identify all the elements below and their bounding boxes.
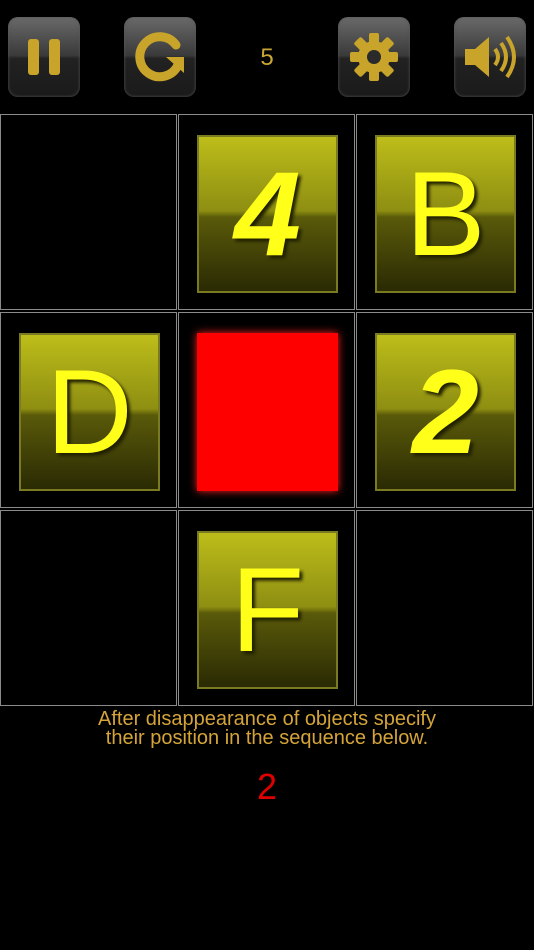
- tile-label: B: [405, 147, 486, 281]
- board-cell[interactable]: F: [178, 510, 355, 706]
- board-cell[interactable]: 4: [178, 114, 355, 310]
- level-counter: 5: [260, 44, 274, 71]
- settings-button[interactable]: [338, 17, 410, 97]
- tile-label: 2: [412, 345, 479, 479]
- pause-icon: [28, 39, 60, 75]
- board-cell[interactable]: [0, 114, 177, 310]
- tile[interactable]: 2: [375, 333, 516, 491]
- tile[interactable]: B: [375, 135, 516, 293]
- refresh-icon: [135, 32, 184, 82]
- board-cell[interactable]: [0, 510, 177, 706]
- toolbar: 5: [0, 0, 534, 112]
- board-cell[interactable]: D: [0, 312, 177, 508]
- instructions: After disappearance of objects specify t…: [0, 709, 534, 749]
- board-cell[interactable]: [356, 510, 533, 706]
- board-cell[interactable]: [178, 312, 355, 508]
- highlighted-tile[interactable]: [197, 333, 338, 491]
- board-cell[interactable]: B: [356, 114, 533, 310]
- pause-button[interactable]: [8, 17, 80, 97]
- tile[interactable]: D: [19, 333, 160, 491]
- board-cell[interactable]: 2: [356, 312, 533, 508]
- sound-button[interactable]: [454, 17, 526, 97]
- tile-label: F: [230, 543, 305, 677]
- tile-label: D: [46, 345, 133, 479]
- tile[interactable]: F: [197, 531, 338, 689]
- gear-icon: [350, 33, 398, 81]
- tile[interactable]: 4: [197, 135, 338, 293]
- sequence-number: 2: [256, 766, 278, 807]
- tile-label: 4: [234, 147, 301, 281]
- speaker-icon: [465, 35, 516, 79]
- instructions-line-2: their position in the sequence below.: [105, 727, 429, 749]
- restart-button[interactable]: [124, 17, 196, 97]
